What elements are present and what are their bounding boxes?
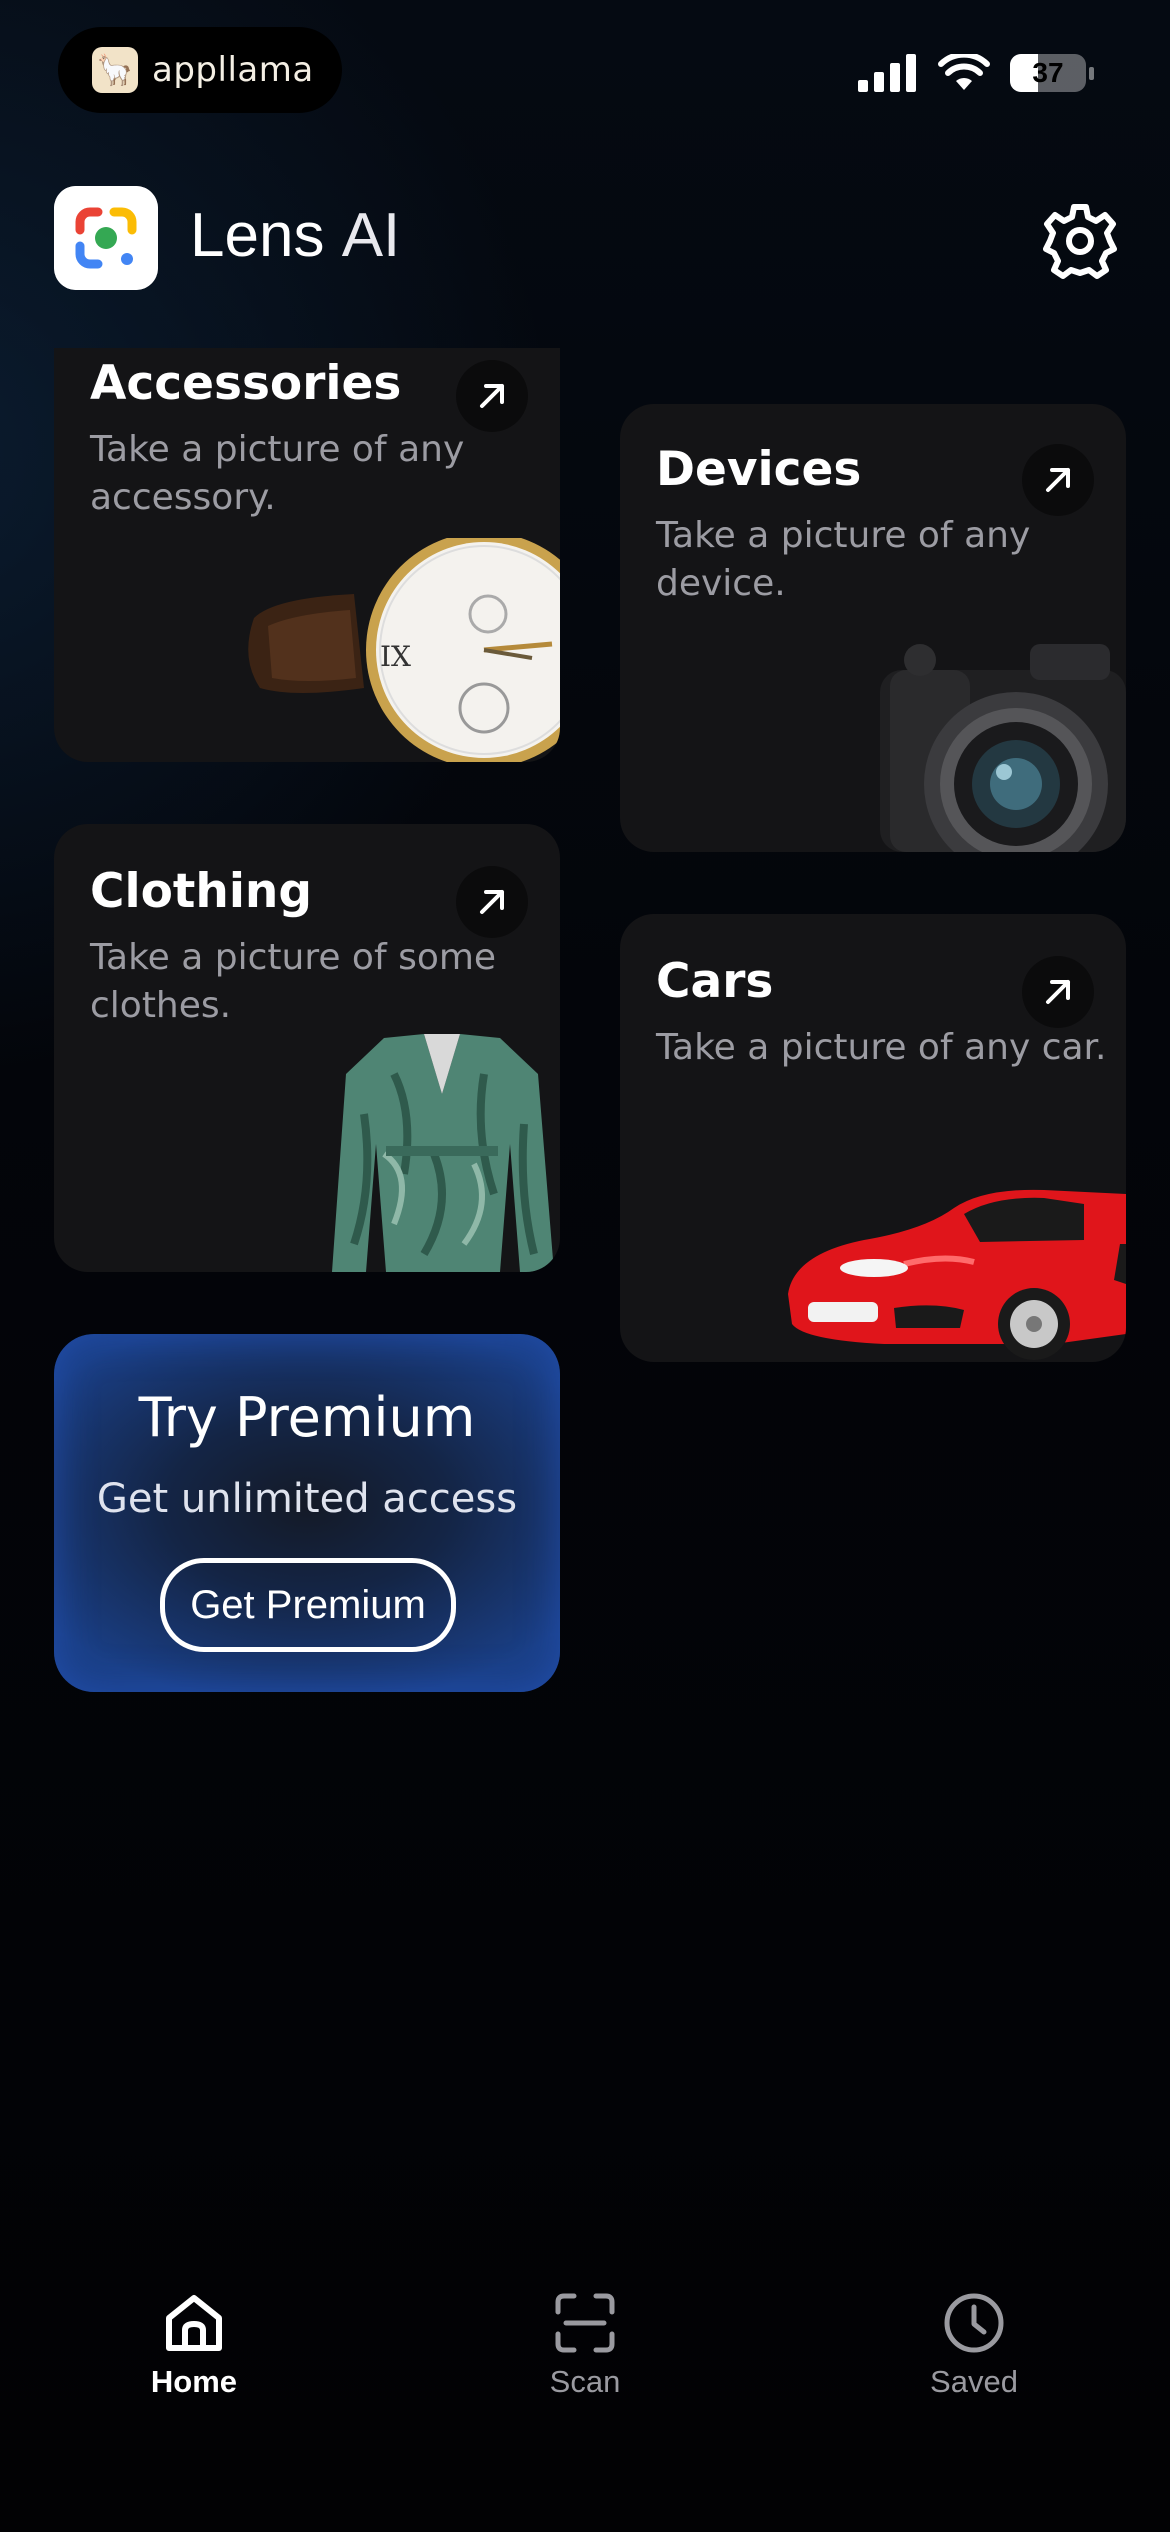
category-card-devices[interactable]: Devices Take a picture of any device.	[620, 404, 1126, 852]
battery-icon: 37	[1010, 54, 1086, 92]
camera-image	[880, 644, 1126, 852]
get-premium-button[interactable]: Get Premium	[160, 1558, 456, 1652]
scan-icon	[555, 2293, 615, 2353]
app-title-accent: AI	[341, 201, 401, 270]
svg-text:IX: IX	[380, 640, 411, 673]
card-title: Clothing	[90, 864, 313, 919]
open-arrow-button[interactable]	[456, 866, 528, 938]
premium-subtitle: Get unlimited access	[96, 1476, 518, 1522]
card-description: Take a picture of any device.	[656, 515, 1031, 604]
card-description: Take a picture of any accessory.	[90, 429, 465, 518]
tab-saved[interactable]: Saved	[874, 2290, 1074, 2400]
card-title: Devices	[656, 442, 862, 497]
clock-icon	[944, 2293, 1004, 2353]
status-indicators: 37	[858, 54, 1094, 92]
premium-card: Try Premium Get unlimited access Get Pre…	[54, 1334, 560, 1692]
battery-nub	[1089, 66, 1094, 80]
tab-scan[interactable]: Scan	[485, 2290, 685, 2400]
llama-logo-icon: 🦙	[92, 47, 138, 93]
carrier-name: appllama	[152, 50, 314, 90]
battery-percent: 37	[1032, 57, 1064, 88]
card-title: Cars	[656, 954, 774, 1009]
wristwatch-image: IX	[248, 538, 560, 762]
tab-label: Scan	[549, 2364, 621, 2399]
bottom-tab-bar: Home Scan Saved	[0, 2290, 1170, 2450]
arrow-up-right-icon	[480, 384, 504, 408]
app-title: Lens AI	[190, 200, 400, 271]
category-card-clothing[interactable]: Clothing Take a picture of some clothes.	[54, 824, 560, 1272]
open-arrow-button[interactable]	[456, 360, 528, 432]
card-title: Accessories	[90, 356, 402, 411]
card-description: Take a picture of any car.	[656, 1027, 1107, 1068]
home-icon	[166, 2295, 222, 2351]
premium-title: Try Premium	[138, 1386, 476, 1449]
arrow-up-right-icon	[1046, 468, 1070, 492]
app-title-main: Lens	[190, 201, 325, 270]
battery-indicator: 37	[1010, 54, 1094, 92]
open-arrow-button[interactable]	[1022, 444, 1094, 516]
tab-label: Home	[150, 2364, 238, 2399]
arrow-up-right-icon	[480, 890, 504, 914]
category-card-cars[interactable]: Cars Take a picture of any car.	[620, 914, 1126, 1362]
wifi-icon	[938, 54, 990, 90]
lens-app-icon	[54, 186, 158, 290]
screen: 🦙 appllama 37 Lens AI Accessories Take a…	[0, 0, 1170, 2532]
red-sports-car-image	[788, 1189, 1126, 1360]
open-arrow-button[interactable]	[1022, 956, 1094, 1028]
category-card-accessories[interactable]: Accessories Take a picture of any access…	[54, 348, 560, 762]
dress-image	[332, 1034, 554, 1272]
card-description: Take a picture of some clothes.	[90, 937, 497, 1026]
cellular-signal-icon	[858, 54, 916, 92]
tab-home[interactable]: Home	[94, 2290, 294, 2400]
settings-gear-icon[interactable]	[1040, 200, 1120, 280]
carrier-pill: 🦙 appllama	[58, 27, 342, 113]
tab-label: Saved	[930, 2364, 1018, 2399]
arrow-up-right-icon	[1046, 980, 1070, 1004]
